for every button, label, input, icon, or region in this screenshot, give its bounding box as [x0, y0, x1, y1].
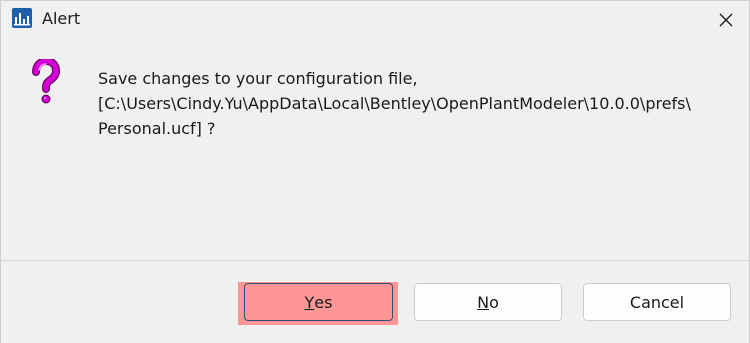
cancel-label: Cancel — [629, 292, 685, 312]
yes-button[interactable]: Yes — [244, 283, 393, 321]
yes-mnemonic: Y — [304, 292, 315, 312]
close-icon — [719, 13, 733, 26]
alert-dialog: Alert Save changes to your configuration… — [0, 0, 750, 343]
no-label-rest: o — [489, 292, 499, 312]
yes-label-rest: es — [314, 292, 333, 312]
message-text: Save changes to your configuration file,… — [98, 69, 691, 138]
question-mark-icon — [29, 56, 61, 107]
cancel-button[interactable]: Cancel — [583, 283, 731, 321]
dialog-content: Save changes to your configuration file,… — [1, 38, 749, 260]
no-button[interactable]: No — [414, 283, 562, 321]
app-chart-icon — [12, 8, 32, 28]
window-title: Alert — [42, 9, 81, 28]
close-button[interactable] — [703, 1, 749, 38]
no-mnemonic: N — [477, 292, 490, 312]
title-bar: Alert — [1, 1, 749, 38]
